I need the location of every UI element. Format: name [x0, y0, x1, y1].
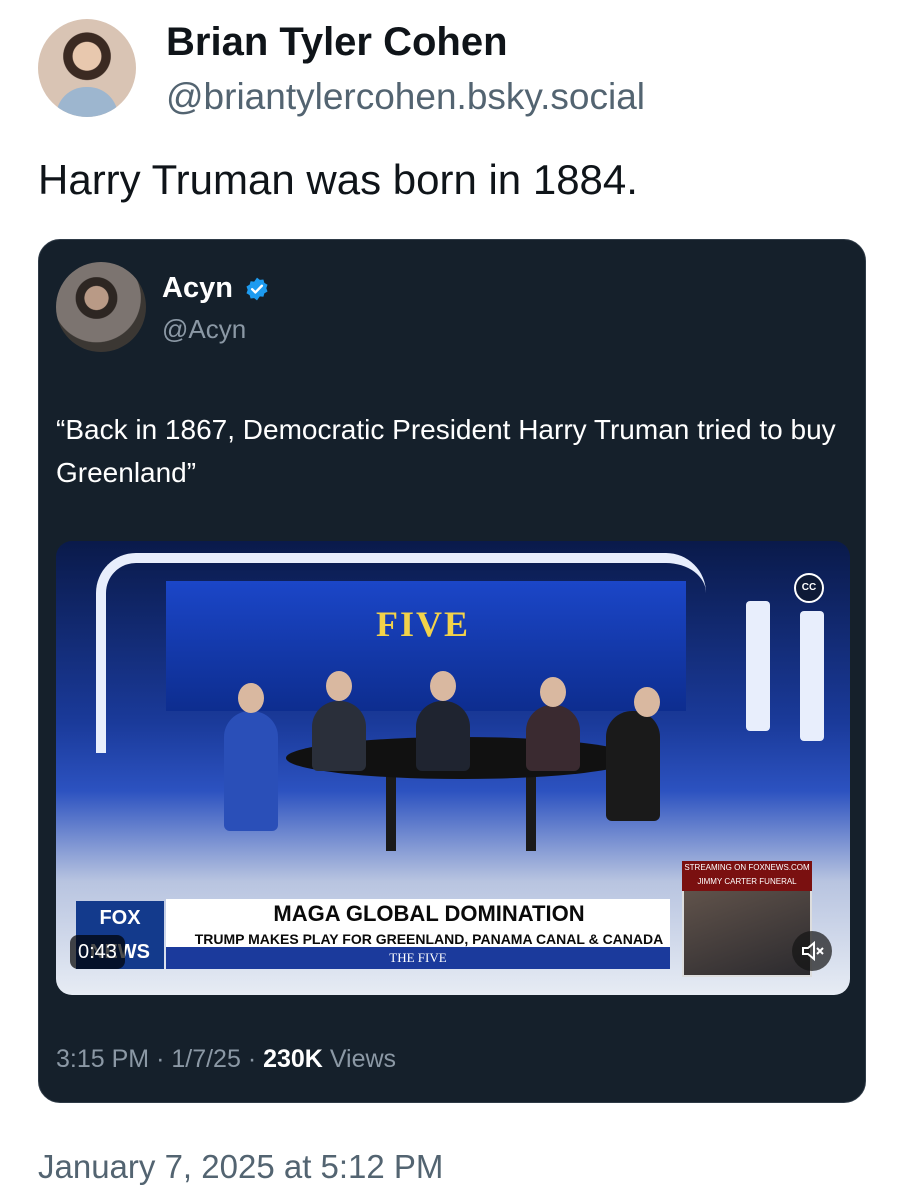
- inset-banner-line: STREAMING ON FOXNEWS.COM: [684, 863, 810, 872]
- table-leg: [526, 771, 536, 851]
- panelist: [312, 701, 366, 771]
- panelist-head: [540, 677, 566, 707]
- panelist: [606, 711, 660, 821]
- panelist-head: [430, 671, 456, 701]
- panelist: [416, 701, 470, 771]
- quoted-author-avatar[interactable]: [56, 262, 146, 352]
- panelist-head: [634, 687, 660, 717]
- mute-button[interactable]: [792, 931, 832, 971]
- quoted-post-date: 1/7/25: [171, 1045, 241, 1073]
- avatar-shirt: [56, 87, 118, 117]
- inset-banner-line: JIMMY CARTER FUNERAL: [697, 877, 797, 886]
- author-handle[interactable]: @briantylercohen.bsky.social: [166, 76, 645, 118]
- panelist: [526, 705, 580, 771]
- panelist-head: [326, 671, 352, 701]
- chyron-show-strip: THE FIVE: [166, 947, 670, 969]
- quoted-post-time: 3:15 PM: [56, 1045, 150, 1073]
- views-label: Views: [329, 1045, 397, 1073]
- video-duration: 0:43: [70, 935, 125, 969]
- chyron-headline: MAGA GLOBAL DOMINATION: [273, 901, 585, 926]
- verified-badge-icon: [246, 277, 268, 301]
- panelist: [224, 711, 278, 831]
- show-logo: FIVE: [376, 604, 471, 644]
- post-author-avatar[interactable]: [38, 19, 136, 117]
- post-text: Harry Truman was born in 1884.: [38, 156, 638, 203]
- meta-separator: ·: [156, 1045, 165, 1073]
- inset-banner: STREAMING ON FOXNEWS.COM JIMMY CARTER FU…: [682, 861, 812, 891]
- chyron-subheadline: TRUMP MAKES PLAY FOR GREENLAND, PANAMA C…: [194, 931, 664, 947]
- meta-separator: ·: [247, 1045, 257, 1073]
- panelist-head: [238, 683, 264, 713]
- quoted-post-card[interactable]: Acyn @Acyn “Back in 1867, Democratic Pre…: [38, 239, 866, 1103]
- quoted-author-name[interactable]: Acyn: [162, 272, 233, 305]
- mute-icon: [802, 940, 824, 962]
- quoted-post-text: “Back in 1867, Democratic President Harr…: [56, 414, 836, 488]
- video-player[interactable]: FIVE CC MAGA GLOBAL DOMINATION TRUMP MAK…: [56, 541, 850, 995]
- post-timestamp[interactable]: January 7, 2025 at 5:12 PM: [38, 1148, 443, 1186]
- studio-panel: [800, 611, 824, 741]
- table-leg: [386, 771, 396, 851]
- quoted-author-handle[interactable]: @Acyn: [162, 314, 246, 345]
- closed-captions-icon[interactable]: CC: [794, 573, 824, 603]
- studio-panel: [746, 601, 770, 731]
- author-name[interactable]: Brian Tyler Cohen: [166, 20, 508, 65]
- views-count: 230K: [263, 1045, 323, 1073]
- quoted-post-meta: 3:15 PM · 1/7/25 · 230K Views: [56, 1045, 396, 1074]
